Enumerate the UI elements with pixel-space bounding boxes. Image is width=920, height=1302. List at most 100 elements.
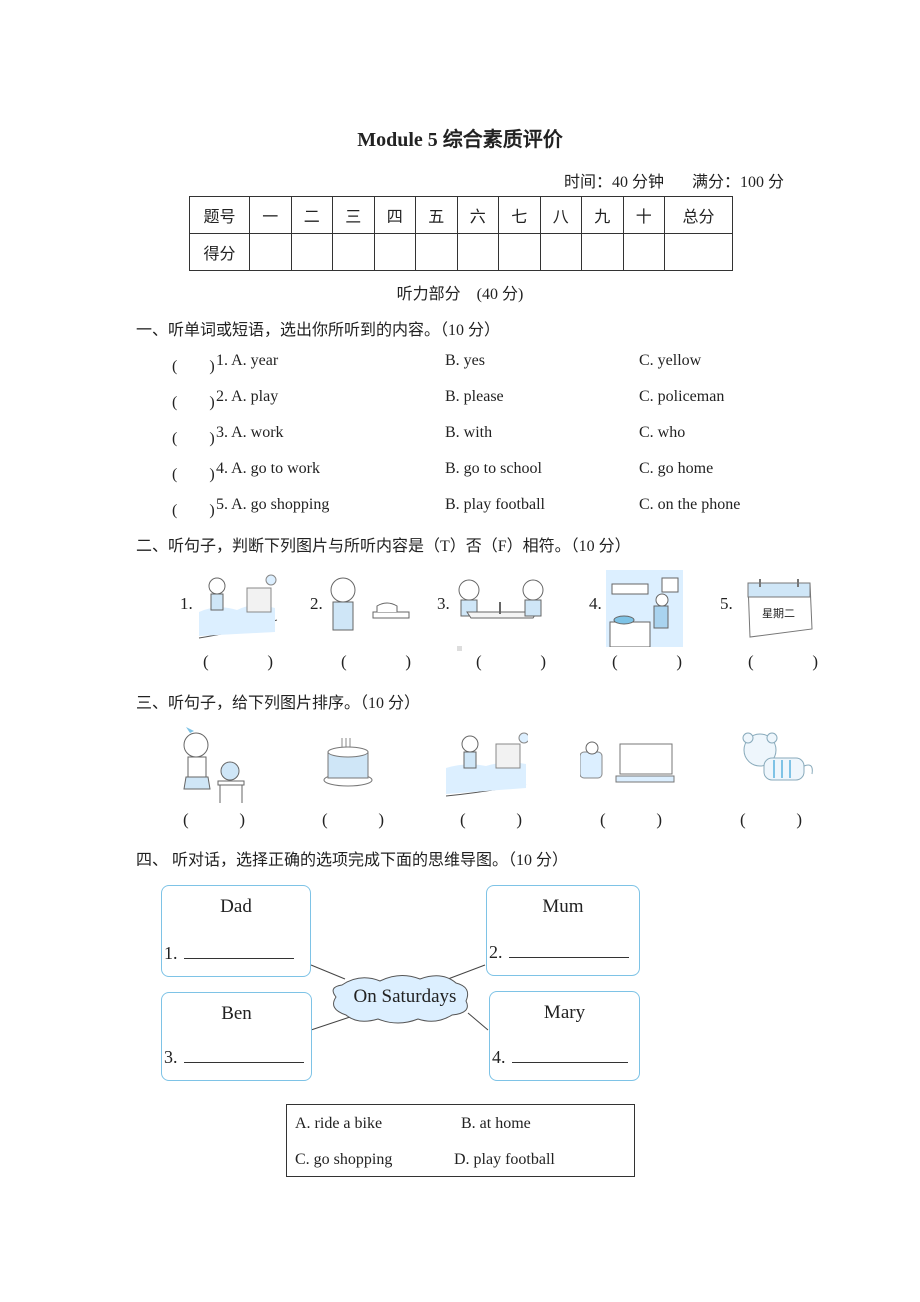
score-header-cell: 六 [456, 196, 499, 234]
box-answer: 2. [489, 942, 629, 963]
paren-open: ( [600, 810, 606, 829]
box-number: 4. [492, 1047, 506, 1067]
paren-close: ) [405, 652, 411, 671]
score-cell[interactable] [456, 233, 499, 271]
order-answer-blank[interactable]: () [183, 810, 245, 830]
option-d: D. play football [454, 1151, 555, 1168]
options-box: A. ride a bike B. at home C. go shopping… [286, 1104, 635, 1177]
tf-answer-blank[interactable]: () [341, 652, 411, 672]
connector-dad [310, 964, 346, 980]
score-header-cell: 十 [622, 196, 665, 234]
score-header-cell: 二 [290, 196, 333, 234]
score-cell[interactable] [290, 233, 333, 271]
question-row: ( ) 4. A. go to work B. go to school C. … [172, 460, 792, 484]
score-cell[interactable] [498, 233, 541, 271]
connector-mary [467, 1012, 489, 1031]
mind-map-box-ben: Ben 3. [161, 992, 312, 1081]
order-answer-blank[interactable]: () [740, 810, 802, 830]
box-number: 3. [164, 1047, 178, 1067]
order-answer-blank[interactable]: () [460, 810, 522, 830]
paren-close: ) [378, 810, 384, 829]
score-cell[interactable] [373, 233, 416, 271]
paren-close: ) [656, 810, 662, 829]
paren-open: ( [322, 810, 328, 829]
option-c: C. go home [639, 460, 714, 477]
score-cell[interactable] [332, 233, 375, 271]
mind-map-box-mary: Mary 4. [489, 991, 640, 1081]
paren-close: ) [540, 652, 546, 671]
tf-answer-blank[interactable]: () [612, 652, 682, 672]
box-number: 2. [489, 942, 503, 962]
answer-blank[interactable]: ( ) [172, 496, 215, 520]
paren-close: ) [812, 652, 818, 671]
score-header-cell: 题号 [189, 196, 250, 234]
calendar-tuesday-picture: 星期二 [746, 575, 814, 641]
option-a: 3. A. work [216, 424, 284, 441]
score-cell[interactable] [581, 233, 624, 271]
picture-number: 2. [310, 594, 323, 613]
score-header-cell: 一 [249, 196, 292, 234]
score-cell[interactable] [539, 233, 582, 271]
box-number: 1. [164, 943, 178, 963]
option-a: A. ride a bike [295, 1115, 383, 1132]
section2-heading: 二、听句子，判断下列图片与所听内容是（T）否（F）相符。（10 分） [136, 538, 631, 555]
order-answer-blank[interactable]: () [322, 810, 384, 830]
tf-answer-blank[interactable]: () [476, 652, 546, 672]
option-c: C. on the phone [639, 496, 741, 513]
answer-blank[interactable]: ( ) [172, 388, 215, 412]
answer-line[interactable] [511, 1062, 628, 1063]
option-b: B. play football [445, 496, 545, 513]
answer-line[interactable] [183, 1062, 304, 1063]
birthday-cake-picture [323, 738, 373, 787]
tf-answer-blank[interactable]: () [748, 652, 818, 672]
box-name: Mum [542, 896, 584, 917]
paren-close: ) [516, 810, 522, 829]
order-answer-blank[interactable]: () [600, 810, 662, 830]
answer-blank[interactable]: ( ) [172, 352, 215, 376]
score-header-cell: 四 [373, 196, 416, 234]
score-header-cell: 五 [415, 196, 458, 234]
box-name: Ben [221, 1003, 252, 1024]
paren-open: ( [740, 810, 746, 829]
girl-walking-to-school-picture [446, 732, 528, 797]
option-b: B. at home [461, 1115, 531, 1132]
picture-number: 4. [589, 594, 602, 613]
score-cell[interactable] [415, 233, 458, 271]
connector-ben [310, 1016, 351, 1031]
option-a: 4. A. go to work [216, 460, 320, 477]
connector-mum [447, 964, 486, 980]
answer-blank[interactable]: ( ) [172, 460, 215, 484]
score-header-cell: 七 [498, 196, 541, 234]
score-header-cell: 九 [581, 196, 624, 234]
time-limit: 时间：40 分钟 [563, 174, 664, 191]
paren-close: ) [676, 652, 682, 671]
picture-number: 3. [437, 594, 450, 613]
answer-line[interactable] [183, 958, 294, 959]
score-cell[interactable] [664, 233, 733, 271]
picture-number: 5. [720, 594, 733, 613]
paren-open: ( [476, 652, 482, 671]
score-cell[interactable] [622, 233, 665, 271]
section4-heading: 四、 听对话，选择正确的选项完成下面的思维导图。（10 分） [136, 852, 569, 869]
option-c: C. yellow [639, 352, 702, 369]
paren-open: ( [183, 810, 189, 829]
section1-heading: 一、听单词或短语，选出你所听到的内容。（10 分） [136, 322, 501, 339]
person-watching-tv-picture [580, 741, 675, 783]
option-b: B. with [445, 424, 493, 441]
score-header-cell: 总分 [664, 196, 733, 234]
picture-number: 1. [180, 594, 193, 613]
answer-line[interactable] [508, 957, 629, 958]
score-row-label: 得分 [189, 233, 250, 271]
paren-open: ( [748, 652, 754, 671]
mind-map-box-mum: Mum 2. [486, 885, 640, 976]
girl-on-telephone-picture [183, 727, 245, 803]
score-header-cell: 八 [539, 196, 582, 234]
tf-answer-blank[interactable]: () [203, 652, 273, 672]
score-table-score-row: 得分 [189, 233, 733, 271]
score-table-header-row: 题号 一 二 三 四 五 六 七 八 九 十 总分 [189, 196, 733, 234]
paren-open: ( [612, 652, 618, 671]
answer-blank[interactable]: ( ) [172, 424, 215, 448]
option-a: 5. A. go shopping [216, 496, 330, 513]
question-row: ( ) 5. A. go shopping B. play football C… [172, 496, 792, 520]
score-cell[interactable] [249, 233, 292, 271]
